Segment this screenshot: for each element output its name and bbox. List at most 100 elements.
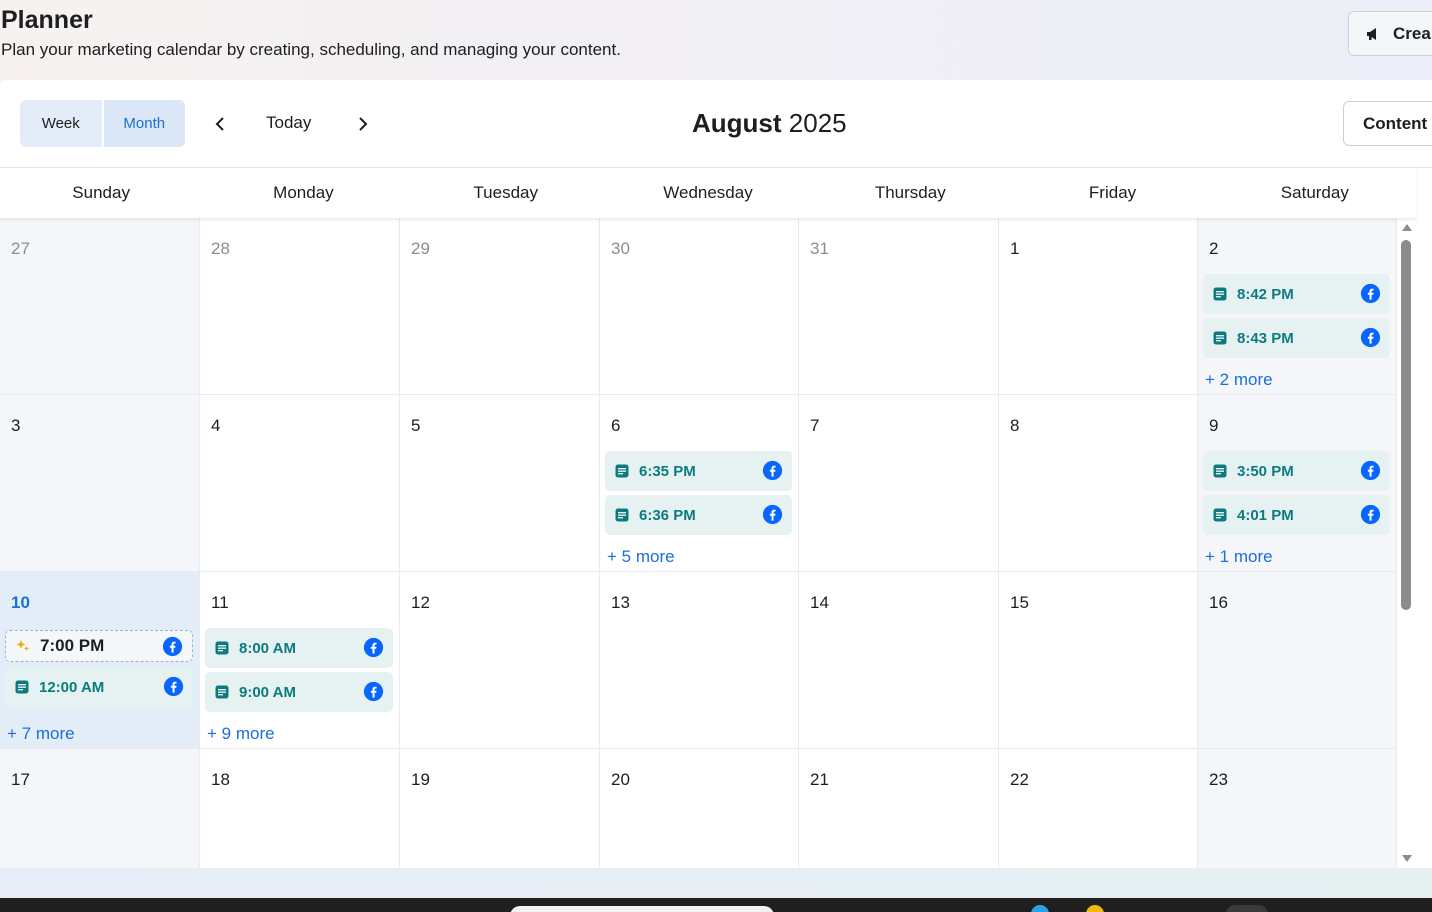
scheduled-post-chip[interactable]: 12:00 AM [5,667,193,707]
post-icon [1213,331,1227,345]
post-time: 6:35 PM [639,462,696,480]
more-posts-link[interactable]: + 1 more [1205,547,1273,567]
day-number: 5 [411,416,421,435]
day-number: 17 [11,770,30,789]
day-cell[interactable]: 30 [600,218,799,395]
post-time: 3:50 PM [1237,462,1294,480]
view-toggle: Week Month [20,100,185,147]
week-row: 10 7:00 PM 12:00 AM + 7 more 11 8:00 AM 9:00 A… [0,572,1397,749]
scroll-down-icon[interactable] [1400,853,1414,865]
facebook-icon [363,681,384,702]
day-number: 14 [810,593,829,612]
view-month-button[interactable]: Month [103,100,185,147]
previous-month-button[interactable] [206,108,234,140]
day-number: 16 [1209,593,1228,612]
day-cell[interactable]: 8 [999,395,1198,572]
scheduled-post-chip[interactable]: 8:00 AM [205,628,393,668]
create-button[interactable]: Crea [1348,11,1432,56]
facebook-icon [1360,460,1381,481]
taskbar-app-icon[interactable] [1086,905,1104,912]
day-cell[interactable]: 3 [0,395,200,572]
day-number: 7 [810,416,820,435]
weekday-label: Monday [273,183,334,202]
calendar-toolbar: Week Month Today August 2025 Content [0,80,1432,168]
weekday-label: Saturday [1280,183,1349,202]
facebook-icon [1360,327,1381,348]
day-number: 29 [411,239,430,258]
day-cell[interactable]: 14 [799,572,999,749]
day-cell[interactable]: 13 [600,572,799,749]
day-cell[interactable]: 21 [799,749,999,868]
facebook-icon [162,636,183,657]
create-button-label: Crea [1393,23,1431,43]
scheduled-post-chip[interactable]: 4:01 PM [1203,495,1390,535]
day-cell[interactable]: 29 [400,218,600,395]
post-icon [1213,287,1227,301]
day-cell[interactable]: 20 [600,749,799,868]
day-number: 12 [411,593,430,612]
chevron-right-icon [359,117,368,131]
megaphone-icon [1367,27,1376,40]
day-number: 9 [1209,416,1219,435]
day-cell[interactable]: 10 7:00 PM 12:00 AM + 7 more [0,572,200,749]
post-icon [215,641,229,655]
day-cell[interactable]: 27 [0,218,200,395]
day-cell[interactable]: 11 8:00 AM 9:00 AM + 9 more [200,572,400,749]
day-cell[interactable]: 22 [999,749,1198,868]
facebook-icon [363,637,384,658]
day-cell[interactable]: 28 [200,218,400,395]
facebook-icon [1360,504,1381,525]
post-time: 8:00 AM [239,639,296,657]
taskbar-search[interactable] [510,906,774,912]
next-month-button[interactable] [349,108,377,140]
more-posts-link[interactable]: + 9 more [207,724,275,744]
more-posts-link[interactable]: + 5 more [607,547,675,567]
today-button[interactable]: Today [266,113,311,133]
day-cell[interactable]: 5 [400,395,600,572]
post-time: 9:00 AM [239,683,296,701]
day-cell[interactable]: 7 [799,395,999,572]
post-time: 6:36 PM [639,506,696,524]
more-posts-link[interactable]: + 7 more [7,724,75,744]
taskbar-app-icon[interactable] [1031,905,1049,912]
weekday-label: Wednesday [663,183,753,202]
post-time: 4:01 PM [1237,506,1294,524]
scheduled-post-chip[interactable]: 6:36 PM [605,495,792,535]
scroll-up-icon[interactable] [1400,221,1414,233]
weekday-label: Friday [1088,183,1137,202]
day-number: 18 [211,770,230,789]
scheduled-post-chip[interactable]: 8:42 PM [1203,274,1390,314]
day-cell[interactable]: 1 [999,218,1198,395]
scrollbar[interactable] [1399,218,1415,868]
day-cell[interactable]: 4 [200,395,400,572]
day-cell[interactable]: 31 [799,218,999,395]
scheduled-post-chip[interactable]: 6:35 PM [605,451,792,491]
day-cell[interactable]: 2 8:42 PM 8:43 PM + 2 more [1198,218,1397,395]
day-cell[interactable]: 6 6:35 PM 6:36 PM + 5 more [600,395,799,572]
scheduled-post-chip[interactable]: 9:00 AM [205,672,393,712]
post-icon [15,680,29,694]
scheduled-post-chip[interactable]: 3:50 PM [1203,451,1390,491]
more-posts-link[interactable]: + 2 more [1205,370,1273,390]
draft-post-chip[interactable]: 7:00 PM [5,630,193,662]
content-button[interactable]: Content [1343,101,1432,146]
day-cell[interactable]: 17 [0,749,200,868]
day-number: 8 [1010,416,1020,435]
page-subtitle: Plan your marketing calendar by creating… [1,40,621,59]
view-week-button[interactable]: Week [20,100,104,147]
day-number: 27 [11,239,30,258]
day-cell[interactable]: 19 [400,749,600,868]
day-cell[interactable]: 23 [1198,749,1397,868]
day-cell[interactable]: 15 [999,572,1198,749]
day-cell[interactable]: 9 3:50 PM 4:01 PM + 1 more [1198,395,1397,572]
day-cell[interactable]: 12 [400,572,600,749]
taskbar-app-icon[interactable] [1226,905,1268,912]
post-time: 12:00 AM [39,678,105,696]
scroll-thumb[interactable] [1401,240,1411,610]
calendar-panel: Week Month Today August 2025 Content Sun… [0,80,1432,868]
month-title: August 2025 [692,108,847,139]
day-cell[interactable]: 18 [200,749,400,868]
day-cell[interactable]: 16 [1198,572,1397,749]
scheduled-post-chip[interactable]: 8:43 PM [1203,318,1390,358]
week-row: 17 18 19 20 21 22 23 [0,749,1397,868]
